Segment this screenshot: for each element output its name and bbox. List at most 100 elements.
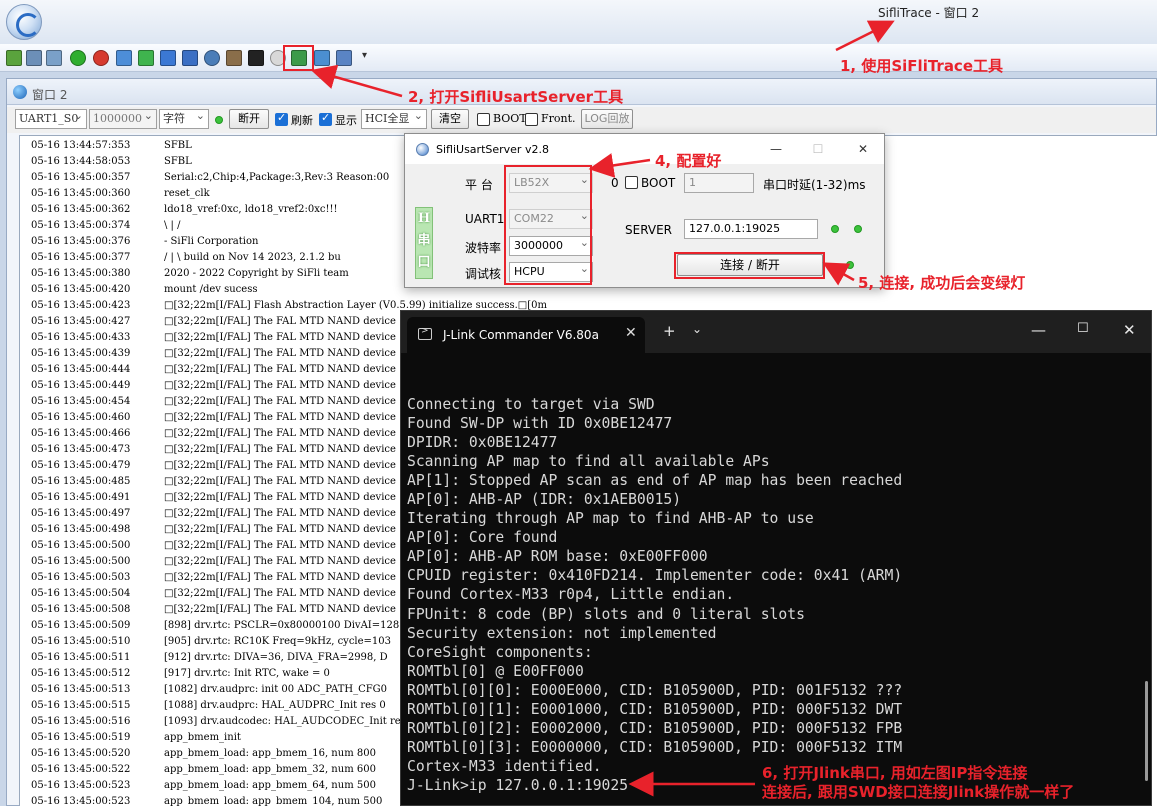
log-timestamp: 05-16 13:45:00:522 [31, 764, 131, 775]
log-timestamp: 05-16 13:45:00:466 [31, 428, 131, 439]
minimize-icon[interactable]: — [767, 140, 785, 158]
badge-char: H [417, 211, 431, 226]
settings-icon[interactable] [204, 50, 220, 66]
log-message: SFBL [164, 140, 192, 151]
close-icon[interactable]: ✕ [854, 140, 872, 158]
terminal-line: Iterating through AP map to find AHB-AP … [407, 510, 814, 528]
download-icon[interactable] [160, 50, 176, 66]
log-timestamp: 05-16 13:45:00:357 [31, 172, 131, 183]
edit-icon[interactable] [116, 50, 132, 66]
log-message: □[32;22m[I/FAL] The FAL MTD NAND device [164, 412, 396, 423]
jlink-terminal-window: J-Link Commander V6.80a ✕ + ⌄ — ☐ ✕ Conn… [400, 310, 1152, 806]
log-timestamp: 05-16 13:45:00:503 [31, 572, 131, 583]
stop-icon[interactable] [93, 50, 109, 66]
close-icon[interactable]: ✕ [1123, 321, 1136, 339]
port-select[interactable]: UART1_S0 [15, 107, 87, 129]
log-message: □[32;22m[I/FAL] The FAL MTD NAND device [164, 348, 396, 359]
tab-dropdown-icon[interactable]: ⌄ [692, 322, 702, 336]
maximize-icon[interactable]: ☐ [1077, 321, 1089, 336]
log-message: SFBL [164, 156, 192, 167]
globe-icon [13, 85, 27, 99]
disconnect-button[interactable]: 断开 [229, 109, 269, 129]
log-message: □[32;22m[I/FAL] The FAL MTD NAND device [164, 492, 396, 503]
baud-label: 波特率 [465, 241, 502, 255]
annotation-step5: 5, 连接, 成功后会变绿灯 [858, 274, 1026, 292]
annotation-step6a: 6, 打开Jlink串口, 用如左图IP指令连接 [762, 764, 1028, 782]
log-timestamp: 05-16 13:45:00:512 [31, 668, 131, 679]
log-timestamp: 05-16 13:45:00:439 [31, 348, 131, 359]
h-serial-badge: H 串 口 [415, 207, 433, 279]
usart-boot-label: BOOT [641, 176, 676, 190]
new-icon[interactable] [6, 50, 22, 66]
display-label: 显示 [335, 114, 357, 127]
highlight-usart-icon [283, 45, 314, 71]
log-message: app_bmem_load: app_bmem_104, num 500 [164, 796, 383, 806]
minimize-icon[interactable]: — [1031, 321, 1046, 339]
log-timestamp: 05-16 13:45:00:449 [31, 380, 131, 391]
log-timestamp: 05-16 13:45:00:362 [31, 204, 131, 215]
jlink-tab[interactable]: J-Link Commander V6.80a ✕ [407, 317, 645, 353]
log-message: □[32;22m[I/FAL] The FAL MTD NAND device [164, 588, 396, 599]
terminal-icon[interactable] [248, 50, 264, 66]
server-led-icon [831, 225, 839, 233]
refresh-icon[interactable] [138, 50, 154, 66]
zero-label: 0 [611, 176, 619, 190]
log-message: [1088] drv.audprc: HAL_AUDPRC_Init res 0 [164, 700, 386, 711]
encoding-select[interactable]: 字符 [159, 107, 209, 129]
print-icon[interactable] [336, 50, 352, 66]
front-checkbox[interactable] [525, 113, 538, 126]
new-tab-icon[interactable]: + [663, 322, 676, 340]
grid-icon[interactable] [226, 50, 242, 66]
log-message: \ | / [164, 220, 181, 231]
jlink-output[interactable]: Connecting to target via SWD Found SW-DP … [407, 395, 902, 795]
clear-button[interactable]: 清空 [431, 109, 469, 129]
annotation-step1: 1, 使用SiFliTrace工具 [840, 57, 1004, 75]
log-message: [898] drv.rtc: PSCLR=0x80000100 DivAI=12… [164, 620, 400, 631]
split-horizontal-icon[interactable] [26, 50, 42, 66]
app-icon [416, 143, 429, 156]
terminal-line: DPIDR: 0x0BE12477 [407, 434, 558, 452]
log-message: / | \ build on Nov 14 2023, 2.1.2 bu [164, 252, 341, 263]
boot-checkbox[interactable] [477, 113, 490, 126]
log-message: [1082] drv.audprc: init 00 ADC_PATH_CFG0 [164, 684, 388, 695]
log-timestamp: 05-16 13:45:00:423 [31, 300, 131, 311]
client-led-icon [854, 225, 862, 233]
log-timestamp: 05-16 13:45:00:520 [31, 748, 131, 759]
toolbar-more-icon[interactable]: ▾ [362, 50, 367, 61]
hci-select[interactable]: HCI全显 [361, 107, 427, 129]
baud-select[interactable]: 1000000 [89, 107, 157, 129]
log-message: □[32;22m[I/FAL] The FAL MTD NAND device [164, 508, 396, 519]
log-message: Serial:c2,Chip:4,Package:3,Rev:3 Reason:… [164, 172, 390, 183]
scrollbar-thumb[interactable] [1145, 681, 1148, 781]
boot-label: BOOT [493, 112, 527, 125]
log-message: app_bmem_init [164, 732, 241, 743]
child-window-title: 窗口 2 [32, 88, 68, 102]
log-message: □[32;22m[I/FAL] The FAL MTD NAND device [164, 316, 396, 327]
refresh-label: 刷新 [291, 114, 313, 127]
log-message: [917] drv.rtc: Init RTC, wake = 0 [164, 668, 330, 679]
server-address-input[interactable]: 127.0.0.1:19025 [684, 219, 818, 239]
log-timestamp: 05-16 13:45:00:516 [31, 716, 131, 727]
terminal-line: Found Cortex-M33 r0p4, Little endian. [407, 586, 735, 604]
display-checkbox[interactable] [319, 111, 332, 126]
refresh-checkbox[interactable] [275, 111, 288, 126]
terminal-line: ROMTbl[0][2]: E0002000, CID: B105900D, P… [407, 719, 903, 737]
tab-close-icon[interactable]: ✕ [625, 325, 637, 341]
app-menu-orb-icon[interactable] [6, 4, 42, 40]
log-replay-button[interactable]: LOG回放 [581, 109, 633, 129]
log-timestamp: 05-16 13:45:00:504 [31, 588, 131, 599]
log-message: reset_clk [164, 188, 210, 199]
core-label: 调试核 [465, 267, 502, 281]
badge-char: 口 [417, 255, 431, 270]
maximize-icon[interactable]: ☐ [809, 140, 827, 158]
log-timestamp: 05-16 13:45:00:510 [31, 636, 131, 647]
log-timestamp: 05-16 13:45:00:509 [31, 620, 131, 631]
usart-boot-checkbox[interactable] [625, 176, 638, 189]
annotation-step2: 2, 打开SifliUsartServer工具 [408, 88, 624, 106]
log-message: 2020 - 2022 Copyright by SiFli team [164, 268, 349, 279]
start-icon[interactable] [70, 50, 86, 66]
chart-icon[interactable] [314, 50, 330, 66]
split-vertical-icon[interactable] [46, 50, 62, 66]
shield-icon[interactable] [182, 50, 198, 66]
delay-input[interactable]: 1 [684, 173, 754, 193]
